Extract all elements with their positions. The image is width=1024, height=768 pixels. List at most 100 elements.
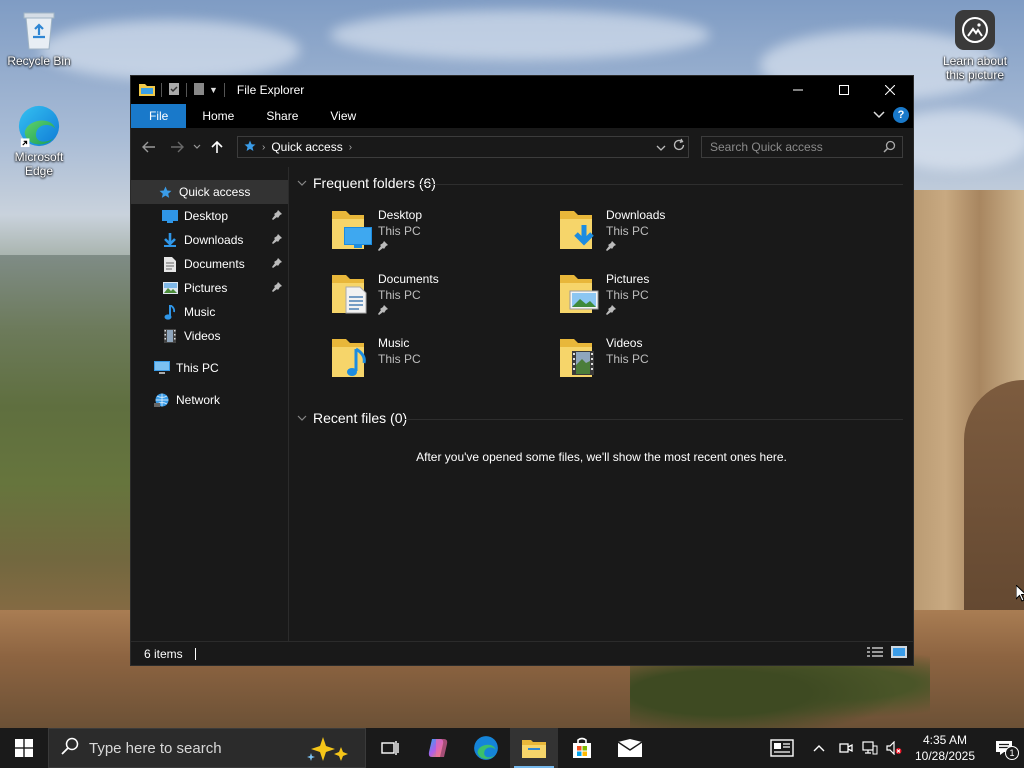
group-title: Frequent folders (6) [313, 175, 436, 191]
learn-about-picture-icon [953, 8, 997, 52]
network-status-button[interactable] [858, 728, 882, 768]
frequent-folders-header[interactable]: Frequent folders (6) [297, 175, 436, 191]
folder-location: This PC [378, 352, 421, 366]
minimize-button[interactable] [775, 76, 821, 104]
folder-tile-videos[interactable]: Videos This PC [558, 335, 786, 395]
group-title: Recent files (0) [313, 410, 408, 426]
address-bar[interactable]: › Quick access › [237, 136, 689, 158]
computer-icon [154, 360, 170, 376]
title-bar[interactable]: ▼ File Explorer [131, 76, 913, 104]
music-folder-icon [330, 335, 372, 383]
back-button[interactable] [135, 133, 163, 161]
search-input[interactable]: Search Quick access [701, 136, 903, 158]
news-widget-button[interactable] [760, 728, 804, 768]
nav-label: Pictures [184, 281, 228, 295]
file-explorer-icon [522, 740, 546, 758]
camera-icon [839, 743, 853, 753]
up-button[interactable] [203, 133, 231, 161]
document-icon [162, 256, 178, 272]
nav-item-music[interactable]: Music [131, 300, 288, 324]
recent-files-empty-message: After you've opened some files, we'll sh… [416, 450, 787, 464]
pin-icon[interactable] [606, 240, 665, 254]
close-button[interactable] [867, 76, 913, 104]
file-explorer-taskbar-button[interactable] [510, 728, 558, 768]
new-folder-icon[interactable] [193, 82, 205, 99]
recent-files-header[interactable]: Recent files (0) [297, 410, 407, 426]
mail-button[interactable] [606, 728, 654, 768]
taskbar-search-placeholder: Type here to search [89, 739, 222, 757]
clock[interactable]: 4:35 AM 10/28/2025 [906, 732, 984, 764]
folder-tile-desktop[interactable]: Desktop This PC [330, 207, 558, 267]
desktop-icon-recycle-bin[interactable]: Recycle Bin [0, 8, 78, 68]
tab-home[interactable]: Home [186, 104, 250, 128]
pin-icon[interactable] [272, 257, 282, 271]
system-tray: 4:35 AM 10/28/2025 1 [760, 728, 1024, 768]
folder-tile-music[interactable]: Music This PC [330, 335, 558, 395]
nav-label: Documents [184, 257, 245, 271]
folder-name: Pictures [606, 272, 650, 286]
pin-icon[interactable] [272, 233, 282, 247]
desktop-icon-learn-about-picture[interactable]: Learn about this picture [936, 8, 1014, 82]
microsoft-store-icon [573, 737, 591, 758]
details-view-icon[interactable] [867, 646, 883, 661]
breadcrumb-quick-access[interactable]: Quick access [271, 140, 342, 154]
folder-tile-pictures[interactable]: Pictures This PC [558, 271, 786, 331]
folder-name: Downloads [606, 208, 666, 222]
volume-muted-icon [886, 741, 902, 755]
nav-label: Downloads [184, 233, 244, 247]
taskbar: Type here to search 4:35 AM 10/28/2025 1 [0, 728, 1024, 768]
nav-item-videos[interactable]: Videos [131, 324, 288, 348]
film-strip-icon [162, 328, 178, 344]
nav-item-pictures[interactable]: Pictures [131, 276, 288, 300]
ethernet-icon [862, 741, 878, 755]
nav-item-desktop[interactable]: Desktop [131, 204, 288, 228]
folder-name: Documents [378, 272, 439, 286]
download-arrow-icon [162, 232, 178, 248]
maximize-button[interactable] [821, 76, 867, 104]
tab-share[interactable]: Share [250, 104, 314, 128]
recent-locations-button[interactable] [191, 144, 203, 150]
help-icon[interactable]: ? [893, 107, 909, 123]
address-dropdown-icon[interactable] [656, 140, 666, 154]
search-icon [61, 737, 79, 759]
nav-item-network[interactable]: Network [131, 388, 288, 412]
folder-location: This PC [606, 224, 649, 238]
desktop-icon-microsoft-edge[interactable]: Microsoft Edge [0, 104, 78, 178]
tab-file[interactable]: File [131, 104, 187, 128]
refresh-icon[interactable] [672, 138, 686, 155]
show-hidden-icons-button[interactable] [804, 728, 834, 768]
large-icons-view-icon[interactable] [891, 646, 907, 661]
folder-location: This PC [378, 288, 421, 302]
pin-icon[interactable] [606, 304, 649, 318]
meet-now-button[interactable] [834, 728, 858, 768]
pin-icon[interactable] [272, 209, 282, 223]
tab-view[interactable]: View [314, 104, 372, 128]
taskbar-search-input[interactable]: Type here to search [48, 728, 366, 768]
nav-item-documents[interactable]: Documents [131, 252, 288, 276]
folder-tile-downloads[interactable]: Downloads This PC [558, 207, 786, 267]
expand-ribbon-icon[interactable] [873, 108, 885, 122]
nav-item-this-pc[interactable]: This PC [131, 356, 288, 380]
start-button[interactable] [0, 728, 48, 768]
properties-icon[interactable] [168, 82, 180, 99]
pin-icon[interactable] [378, 240, 422, 254]
desktop-icon-label: Learn about this picture [942, 54, 1008, 82]
folder-tile-documents[interactable]: Documents This PC [330, 271, 558, 331]
microsoft-store-button[interactable] [558, 728, 606, 768]
task-view-icon [381, 741, 399, 755]
task-view-button[interactable] [366, 728, 414, 768]
chevron-down-icon [297, 178, 307, 189]
action-center-button[interactable]: 1 [984, 728, 1024, 768]
forward-button[interactable] [163, 133, 191, 161]
chevron-up-icon [813, 745, 825, 752]
edge-taskbar-button[interactable] [462, 728, 510, 768]
pin-icon[interactable] [272, 281, 282, 295]
desktop-folder-icon [330, 207, 372, 255]
customize-toolbar-icon[interactable]: ▼ [209, 85, 218, 95]
volume-button[interactable] [882, 728, 906, 768]
copilot-button[interactable] [414, 728, 462, 768]
pin-icon[interactable] [378, 304, 439, 318]
nav-item-quick-access[interactable]: Quick access [131, 180, 288, 204]
folder-name: Music [378, 336, 410, 350]
nav-item-downloads[interactable]: Downloads [131, 228, 288, 252]
